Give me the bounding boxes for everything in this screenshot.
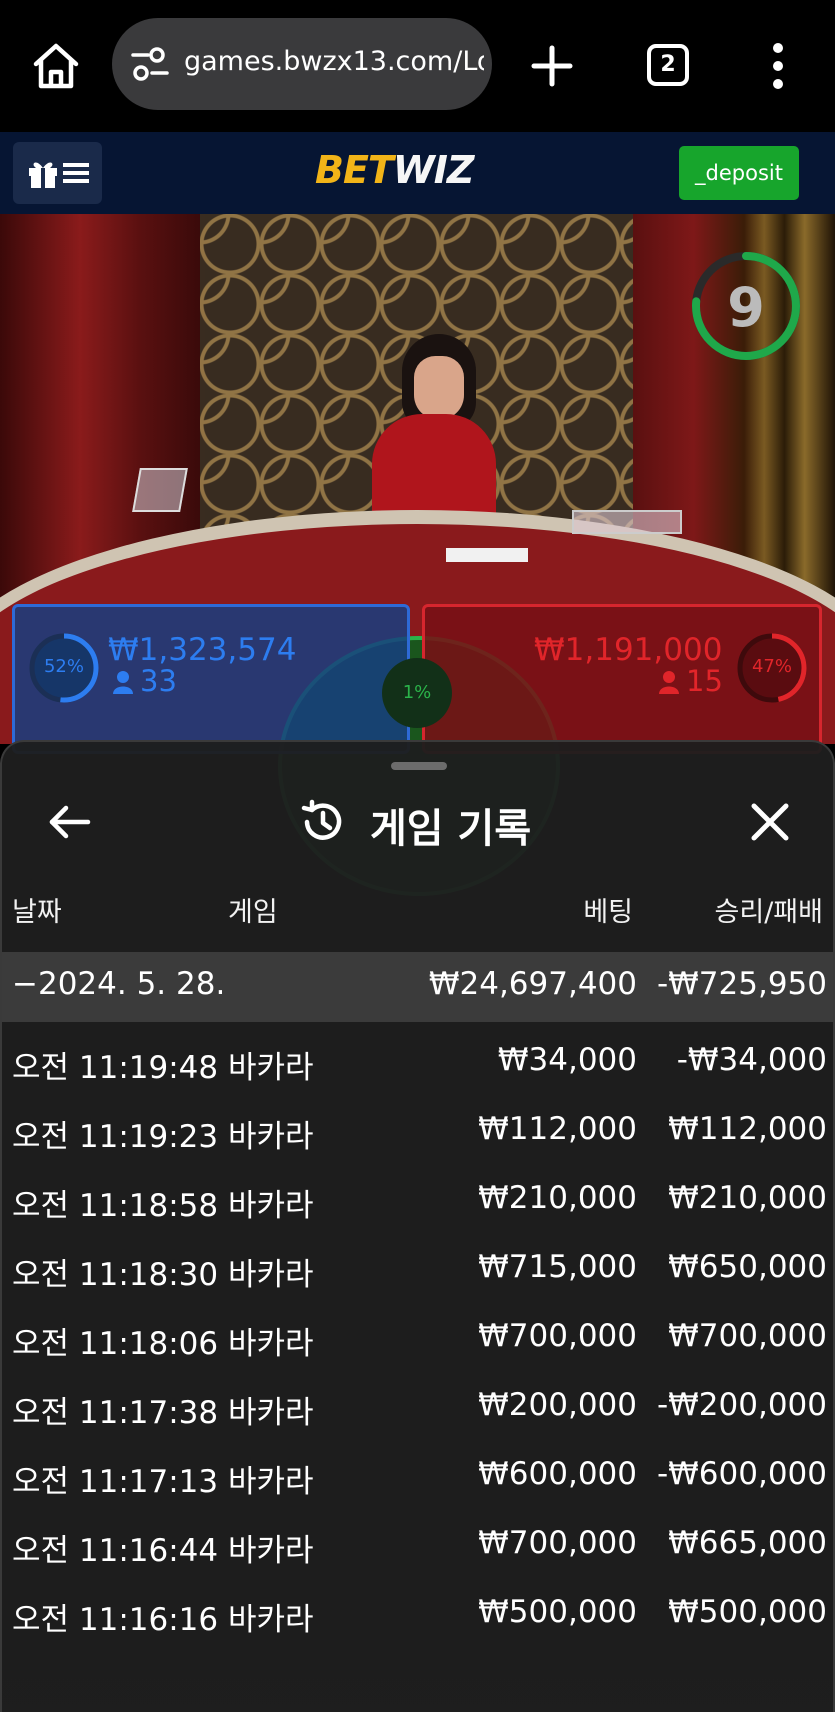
column-header-game: 게임: [228, 897, 278, 928]
row-game: 바카라: [228, 1602, 314, 1638]
row-time: 오전 11:18:30: [12, 1257, 219, 1293]
row-bet: ₩200,000: [478, 1387, 637, 1423]
row-game: 바카라: [228, 1188, 314, 1224]
row-game: 바카라: [228, 1050, 314, 1086]
browser-toolbar: games.bwzx13.com/Lo 2: [0, 0, 835, 132]
row-time: 오전 11:17:38: [12, 1395, 219, 1431]
history-row[interactable]: 오전 11:18:06 바카라 ₩700,000 ₩700,000: [2, 1306, 833, 1372]
promotions-menu-button[interactable]: [13, 142, 102, 204]
row-result: ₩112,000: [668, 1111, 827, 1147]
row-bet: ₩210,000: [478, 1180, 637, 1216]
scroll-fade: [2, 1642, 833, 1712]
row-time: 오전 11:16:16: [12, 1602, 219, 1638]
site-header: BETWIZ _deposit: [0, 132, 835, 214]
row-game: 바카라: [228, 1257, 314, 1293]
row-bet: ₩700,000: [478, 1318, 637, 1354]
summary-result-total: -₩725,950: [656, 966, 827, 1002]
player-total-bet: ₩1,323,574: [108, 632, 297, 668]
player-count: 33: [140, 664, 177, 698]
summary-date: −2024. 5. 28.: [12, 966, 226, 1002]
discard-tray: [572, 510, 682, 534]
row-game: 바카라: [228, 1395, 314, 1431]
row-bet: ₩34,000: [497, 1042, 637, 1078]
countdown-timer: 9: [727, 276, 765, 339]
back-arrow-icon[interactable]: [46, 798, 94, 846]
banker-user-icon: [659, 671, 679, 694]
row-time: 오전 11:16:44: [12, 1533, 219, 1569]
more-options-icon[interactable]: [768, 40, 788, 92]
history-row[interactable]: 오전 11:19:48 바카라 ₩34,000 -₩34,000: [2, 1030, 833, 1096]
row-result: ₩500,000: [668, 1594, 827, 1630]
brand-logo-bet: BET: [315, 148, 394, 192]
row-game: 바카라: [228, 1326, 314, 1362]
site-settings-icon[interactable]: [130, 46, 170, 82]
history-icon: [301, 799, 342, 840]
dealer-face: [414, 356, 464, 420]
row-time: 오전 11:19:23: [12, 1119, 219, 1155]
row-result: -₩200,000: [656, 1387, 827, 1423]
row-time: 오전 11:18:06: [12, 1326, 219, 1362]
banker-count: 15: [686, 664, 723, 698]
home-icon[interactable]: [28, 38, 84, 94]
history-row[interactable]: 오전 11:18:30 바카라 ₩715,000 ₩650,000: [2, 1237, 833, 1303]
row-game: 바카라: [228, 1464, 314, 1500]
banker-percent: 47%: [751, 656, 792, 677]
history-row[interactable]: 오전 11:17:13 바카라 ₩600,000 -₩600,000: [2, 1444, 833, 1510]
row-bet: ₩715,000: [478, 1249, 637, 1285]
row-result: ₩650,000: [668, 1249, 827, 1285]
row-game: 바카라: [228, 1119, 314, 1155]
history-row[interactable]: 오전 11:17:38 바카라 ₩200,000 -₩200,000: [2, 1375, 833, 1441]
column-header-date: 날짜: [12, 897, 62, 928]
brand-logo-wiz: WIZ: [392, 148, 475, 192]
sheet-drag-handle[interactable]: [391, 762, 447, 770]
brand-logo[interactable]: BETWIZ: [315, 148, 475, 192]
row-time: 오전 11:17:13: [12, 1464, 219, 1500]
row-bet: ₩112,000: [478, 1111, 637, 1147]
hamburger-icon: [63, 163, 89, 183]
deposit-button[interactable]: _deposit: [679, 146, 799, 200]
history-row[interactable]: 오전 11:16:44 바카라 ₩700,000 ₩665,000: [2, 1513, 833, 1579]
tab-switcher-button[interactable]: 2: [647, 44, 689, 86]
row-time: 오전 11:18:58: [12, 1188, 219, 1224]
close-icon[interactable]: [748, 800, 792, 844]
history-row[interactable]: 오전 11:18:58 바카라 ₩210,000 ₩210,000: [2, 1168, 833, 1234]
history-row[interactable]: 오전 11:19:23 바카라 ₩112,000 ₩112,000: [2, 1099, 833, 1165]
player-user-icon: [113, 671, 133, 694]
row-result: ₩665,000: [668, 1525, 827, 1561]
column-header-result: 승리/패배: [714, 897, 823, 928]
url-text[interactable]: games.bwzx13.com/Lo: [184, 46, 484, 77]
tie-percent: 1%: [402, 682, 432, 703]
date-summary-row[interactable]: −2024. 5. 28. ₩24,697,400 -₩725,950: [2, 952, 833, 1022]
row-game: 바카라: [228, 1533, 314, 1569]
row-bet: ₩500,000: [478, 1594, 637, 1630]
banker-total-bet: ₩1,191,000: [534, 632, 723, 668]
row-bet: ₩600,000: [478, 1456, 637, 1492]
sheet-title: 게임 기록: [370, 806, 532, 852]
row-time: 오전 11:19:48: [12, 1050, 219, 1086]
address-bar[interactable]: games.bwzx13.com/Lo: [112, 18, 492, 110]
row-bet: ₩700,000: [478, 1525, 637, 1561]
row-result: -₩600,000: [656, 1456, 827, 1492]
summary-bet-total: ₩24,697,400: [428, 966, 637, 1002]
player-percent: 52%: [43, 656, 84, 677]
card-shoe: [132, 468, 188, 512]
row-result: ₩700,000: [668, 1318, 827, 1354]
row-result: ₩210,000: [668, 1180, 827, 1216]
gift-icon: [29, 162, 57, 188]
dealt-cards: [446, 548, 528, 562]
new-tab-icon[interactable]: [528, 38, 576, 94]
column-header-bet: 베팅: [583, 897, 633, 928]
row-result: -₩34,000: [676, 1042, 827, 1078]
history-row[interactable]: 오전 11:16:16 바카라 ₩500,000 ₩500,000: [2, 1582, 833, 1648]
game-history-sheet: 게임 기록 날짜 게임 베팅 승리/패배 −2024. 5. 28. ₩24,6…: [0, 740, 835, 1712]
